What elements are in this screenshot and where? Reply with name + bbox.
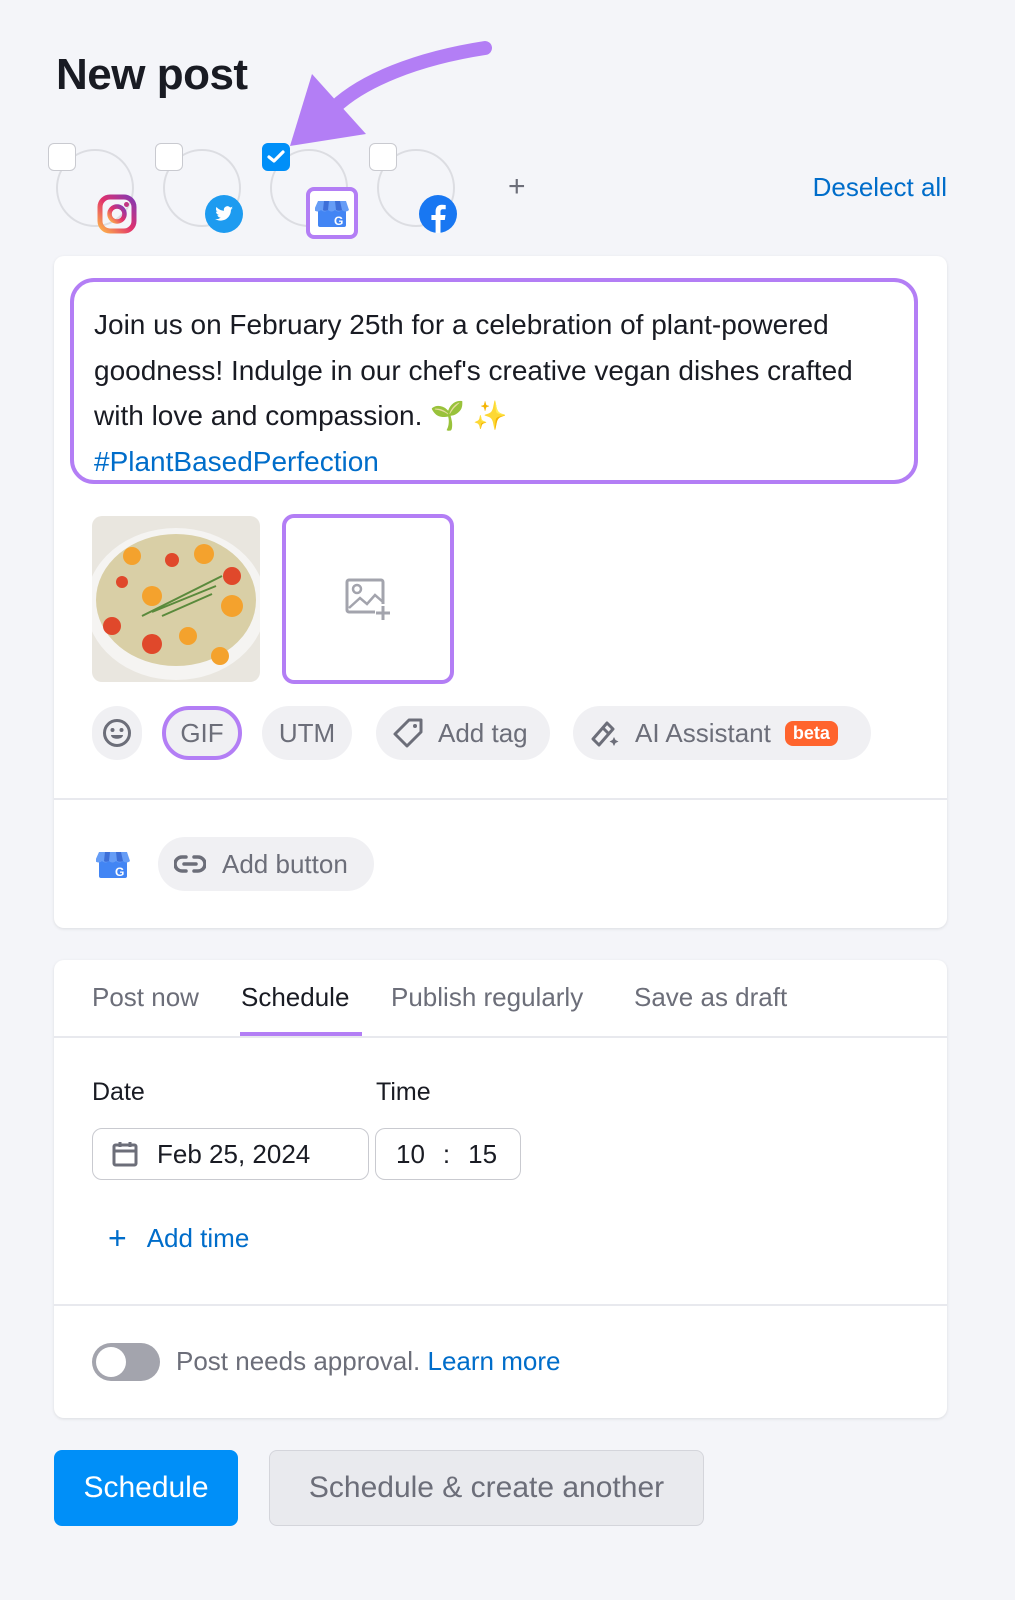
divider <box>54 1304 947 1306</box>
approval-text: Post needs approval. Learn more <box>176 1346 561 1376</box>
beta-badge: beta <box>784 720 838 746</box>
channel-checkbox[interactable] <box>155 143 183 171</box>
google-business-icon: G <box>306 187 358 239</box>
time-picker[interactable]: 10 : 15 <box>375 1128 521 1180</box>
calendar-icon <box>112 1142 138 1167</box>
add-channel-button[interactable]: + <box>508 170 526 204</box>
svg-text:G: G <box>115 865 124 879</box>
channel-google-business[interactable]: G <box>262 143 362 239</box>
twitter-icon <box>203 193 245 235</box>
add-media-button[interactable] <box>282 514 454 684</box>
ai-assistant-button[interactable]: AI Assistant beta <box>573 706 871 760</box>
channel-checkbox-checked[interactable] <box>262 143 290 171</box>
composer-card: Join us on February 25th for a celebrati… <box>54 256 947 928</box>
learn-more-link[interactable]: Learn more <box>428 1346 561 1376</box>
schedule-and-create-another-button[interactable]: Schedule & create another <box>269 1450 704 1526</box>
channel-instagram[interactable] <box>48 143 148 238</box>
channel-facebook[interactable] <box>369 143 469 238</box>
add-time-label: Add time <box>146 1222 250 1253</box>
tab-post-now[interactable]: Post now <box>92 982 199 1013</box>
deselect-all-link[interactable]: Deselect all <box>813 172 947 203</box>
channel-checkbox[interactable] <box>48 143 76 171</box>
add-image-icon <box>345 578 391 620</box>
link-icon <box>174 855 206 873</box>
time-hour[interactable]: 10 <box>396 1139 425 1170</box>
schedule-button[interactable]: Schedule <box>54 1450 238 1526</box>
date-label: Date <box>92 1078 145 1106</box>
date-value: Feb 25, 2024 <box>157 1138 311 1169</box>
magic-wand-icon <box>591 721 619 747</box>
page-title: New post <box>56 50 248 99</box>
time-label: Time <box>376 1078 431 1106</box>
tab-publish-regularly[interactable]: Publish regularly <box>391 982 583 1013</box>
time-separator: : <box>442 1138 451 1169</box>
add-button-button[interactable]: Add button <box>158 837 374 891</box>
ai-assistant-label: AI Assistant <box>635 717 771 748</box>
add-tag-button[interactable]: Add tag <box>376 706 550 760</box>
post-hashtag: #PlantBasedPerfection <box>94 445 379 477</box>
channel-twitter[interactable] <box>155 143 255 238</box>
post-text-input[interactable]: Join us on February 25th for a celebrati… <box>70 278 918 484</box>
add-button-label: Add button <box>222 848 348 879</box>
check-icon <box>267 150 285 163</box>
channel-checkbox[interactable] <box>369 143 397 171</box>
tab-schedule[interactable]: Schedule <box>241 982 349 1013</box>
google-business-icon: G <box>95 848 130 885</box>
tab-save-as-draft[interactable]: Save as draft <box>634 982 787 1013</box>
media-thumbnail[interactable] <box>92 516 260 682</box>
publish-card: Post now Schedule Publish regularly Save… <box>54 960 947 1418</box>
gif-button[interactable]: GIF <box>162 706 242 760</box>
facebook-icon <box>417 193 459 235</box>
utm-button[interactable]: UTM <box>262 706 352 760</box>
divider <box>54 1036 947 1038</box>
add-time-button[interactable]: + Add time <box>108 1222 249 1254</box>
instagram-icon <box>96 193 138 235</box>
annotation-arrow <box>290 41 492 146</box>
post-text: Join us on February 25th for a celebrati… <box>94 309 853 431</box>
date-picker[interactable]: Feb 25, 2024 <box>92 1128 369 1180</box>
time-minute[interactable]: 15 <box>468 1139 497 1170</box>
emoji-button[interactable] <box>92 706 142 760</box>
tag-icon <box>393 718 423 748</box>
add-tag-label: Add tag <box>438 717 528 748</box>
divider <box>54 798 947 800</box>
emoji-icon <box>103 719 131 747</box>
approval-toggle[interactable] <box>92 1343 160 1381</box>
plus-icon: + <box>108 1220 127 1256</box>
svg-text:G: G <box>334 214 343 228</box>
